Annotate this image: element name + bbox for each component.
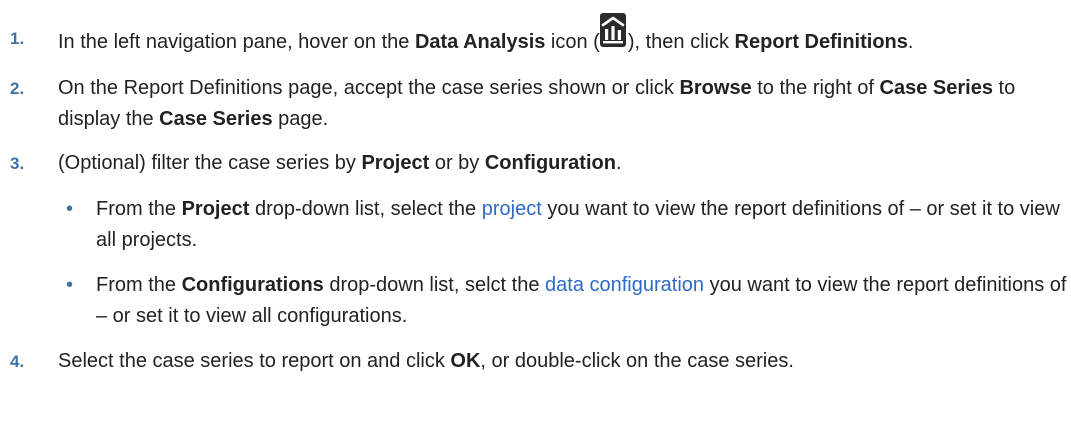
- text-segment: (Optional) filter the case series by: [58, 152, 362, 174]
- ui-term-project-dropdown: Project: [181, 198, 250, 220]
- bullet-icon: •: [66, 274, 74, 296]
- step-2: 2. On the Report Definitions page, accep…: [0, 73, 1071, 135]
- text-segment: Select the case series to report on and …: [58, 350, 451, 372]
- step-text: Select the case series to report on and …: [58, 350, 794, 372]
- step-1: 1. In the left navigation pane, hover on…: [0, 13, 1071, 58]
- ui-term-report-definitions: Report Definitions: [734, 31, 908, 53]
- text-segment: drop-down list, selct the: [323, 274, 546, 296]
- text-segment: to the right of: [751, 77, 880, 99]
- text-segment: From the: [96, 274, 182, 296]
- step-text: On the Report Definitions page, accept t…: [58, 77, 1015, 130]
- text-segment: .: [615, 152, 622, 174]
- text-segment: From the: [96, 198, 182, 220]
- text-segment: In the left navigation pane, hover on th…: [58, 31, 415, 53]
- text-segment: or by: [429, 152, 485, 174]
- ui-term-configurations-dropdown: Configurations: [181, 274, 324, 296]
- step-4: 4. Select the case series to report on a…: [0, 346, 1071, 377]
- ui-term-case-series-page: Case Series: [159, 108, 273, 130]
- text-segment: ), then click: [627, 31, 735, 53]
- project-link[interactable]: project: [482, 198, 542, 220]
- text-segment: .: [907, 31, 914, 53]
- sub-bullet-list: • From the Project drop-down list, selec…: [58, 194, 1071, 332]
- step-number: 4.: [10, 352, 25, 371]
- text-segment: On the Report Definitions page, accept t…: [58, 77, 680, 99]
- ui-term-data-analysis: Data Analysis: [414, 31, 546, 53]
- step-number: 3.: [10, 154, 25, 173]
- text-segment: , or double-click on the case series.: [480, 350, 794, 372]
- step-3: 3. (Optional) filter the case series by …: [0, 148, 1071, 332]
- step-text: In the left navigation pane, hover on th…: [58, 13, 914, 53]
- step-number: 1.: [10, 29, 25, 48]
- text-segment: drop-down list, select the: [249, 198, 482, 220]
- text-segment: page.: [272, 108, 329, 130]
- ui-term-project: Project: [361, 152, 430, 174]
- data-analysis-icon: [599, 13, 628, 54]
- ui-term-browse: Browse: [679, 77, 752, 99]
- step-text: (Optional) filter the case series by Pro…: [58, 152, 622, 174]
- data-configuration-link[interactable]: data configuration: [545, 274, 704, 296]
- sub-bullet-project: • From the Project drop-down list, selec…: [58, 194, 1071, 256]
- bullet-icon: •: [66, 198, 74, 220]
- ui-term-case-series: Case Series: [879, 77, 993, 99]
- text-segment: icon (: [545, 31, 600, 53]
- step-number: 2.: [10, 79, 25, 98]
- sub-bullet-configurations: • From the Configurations drop-down list…: [58, 270, 1071, 332]
- ui-term-configuration: Configuration: [484, 152, 616, 174]
- ui-term-ok: OK: [450, 350, 481, 372]
- procedure-steps: 1. In the left navigation pane, hover on…: [0, 0, 1071, 372]
